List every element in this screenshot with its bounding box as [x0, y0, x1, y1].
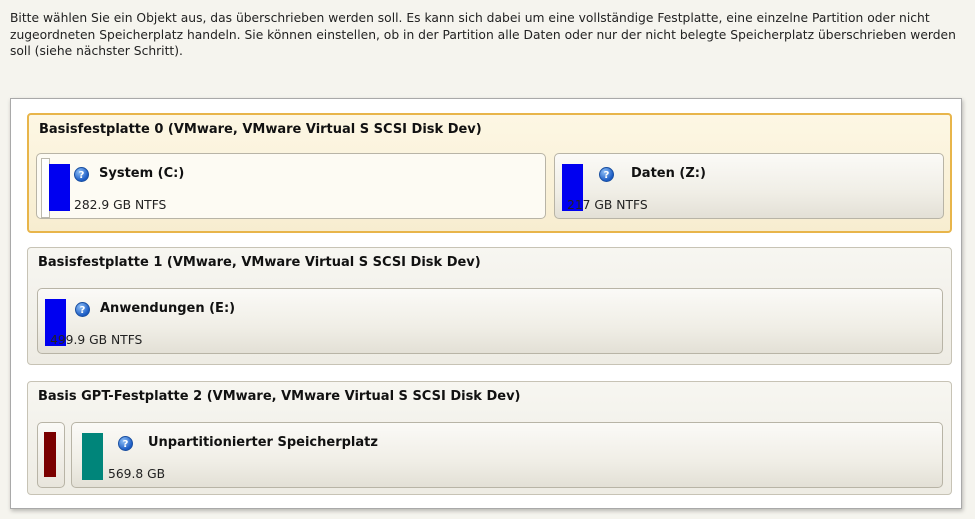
partition-daten-z[interactable]: ? Daten (Z:) 217 GB NTFS [554, 153, 944, 219]
partition-color-bar [49, 164, 70, 211]
partition-name: Anwendungen (E:) [100, 301, 236, 316]
disk-list[interactable]: Basisfestplatte 0 (VMware, VMware Virtua… [10, 98, 962, 509]
disk-0[interactable]: Basisfestplatte 0 (VMware, VMware Virtua… [27, 113, 952, 233]
partition-unallocated[interactable]: ? Unpartitionierter Speicherplatz 569.8 … [71, 422, 943, 488]
partition-gpt-reserved[interactable] [37, 422, 65, 488]
partition-color-bar [82, 433, 103, 480]
help-icon: ? [74, 167, 89, 182]
partition-name: System (C:) [99, 166, 185, 181]
disk-1-title: Basisfestplatte 1 (VMware, VMware Virtua… [38, 255, 481, 270]
partition-info: 217 GB NTFS [567, 198, 648, 212]
disk-2[interactable]: Basis GPT-Festplatte 2 (VMware, VMware V… [27, 381, 952, 495]
partition-info: 569.8 GB [108, 467, 166, 481]
partition-info: 282.9 GB NTFS [74, 198, 167, 212]
disk-1[interactable]: Basisfestplatte 1 (VMware, VMware Virtua… [27, 247, 952, 365]
disk-2-title: Basis GPT-Festplatte 2 (VMware, VMware V… [38, 389, 521, 404]
disk-0-title: Basisfestplatte 0 (VMware, VMware Virtua… [39, 122, 482, 137]
partition-name: Unpartitionierter Speicherplatz [148, 435, 378, 450]
help-icon: ? [75, 302, 90, 317]
partition-color-bar [44, 432, 56, 477]
help-icon: ? [599, 167, 614, 182]
partition-name: Daten (Z:) [631, 166, 706, 181]
partition-anwendungen-e[interactable]: ? Anwendungen (E:) 499.9 GB NTFS [37, 288, 943, 354]
help-icon: ? [118, 436, 133, 451]
instruction-text: Bitte wählen Sie ein Objekt aus, das übe… [10, 11, 956, 58]
partition-info: 499.9 GB NTFS [50, 333, 143, 347]
partition-system-c[interactable]: ? System (C:) 282.9 GB NTFS [36, 153, 546, 219]
